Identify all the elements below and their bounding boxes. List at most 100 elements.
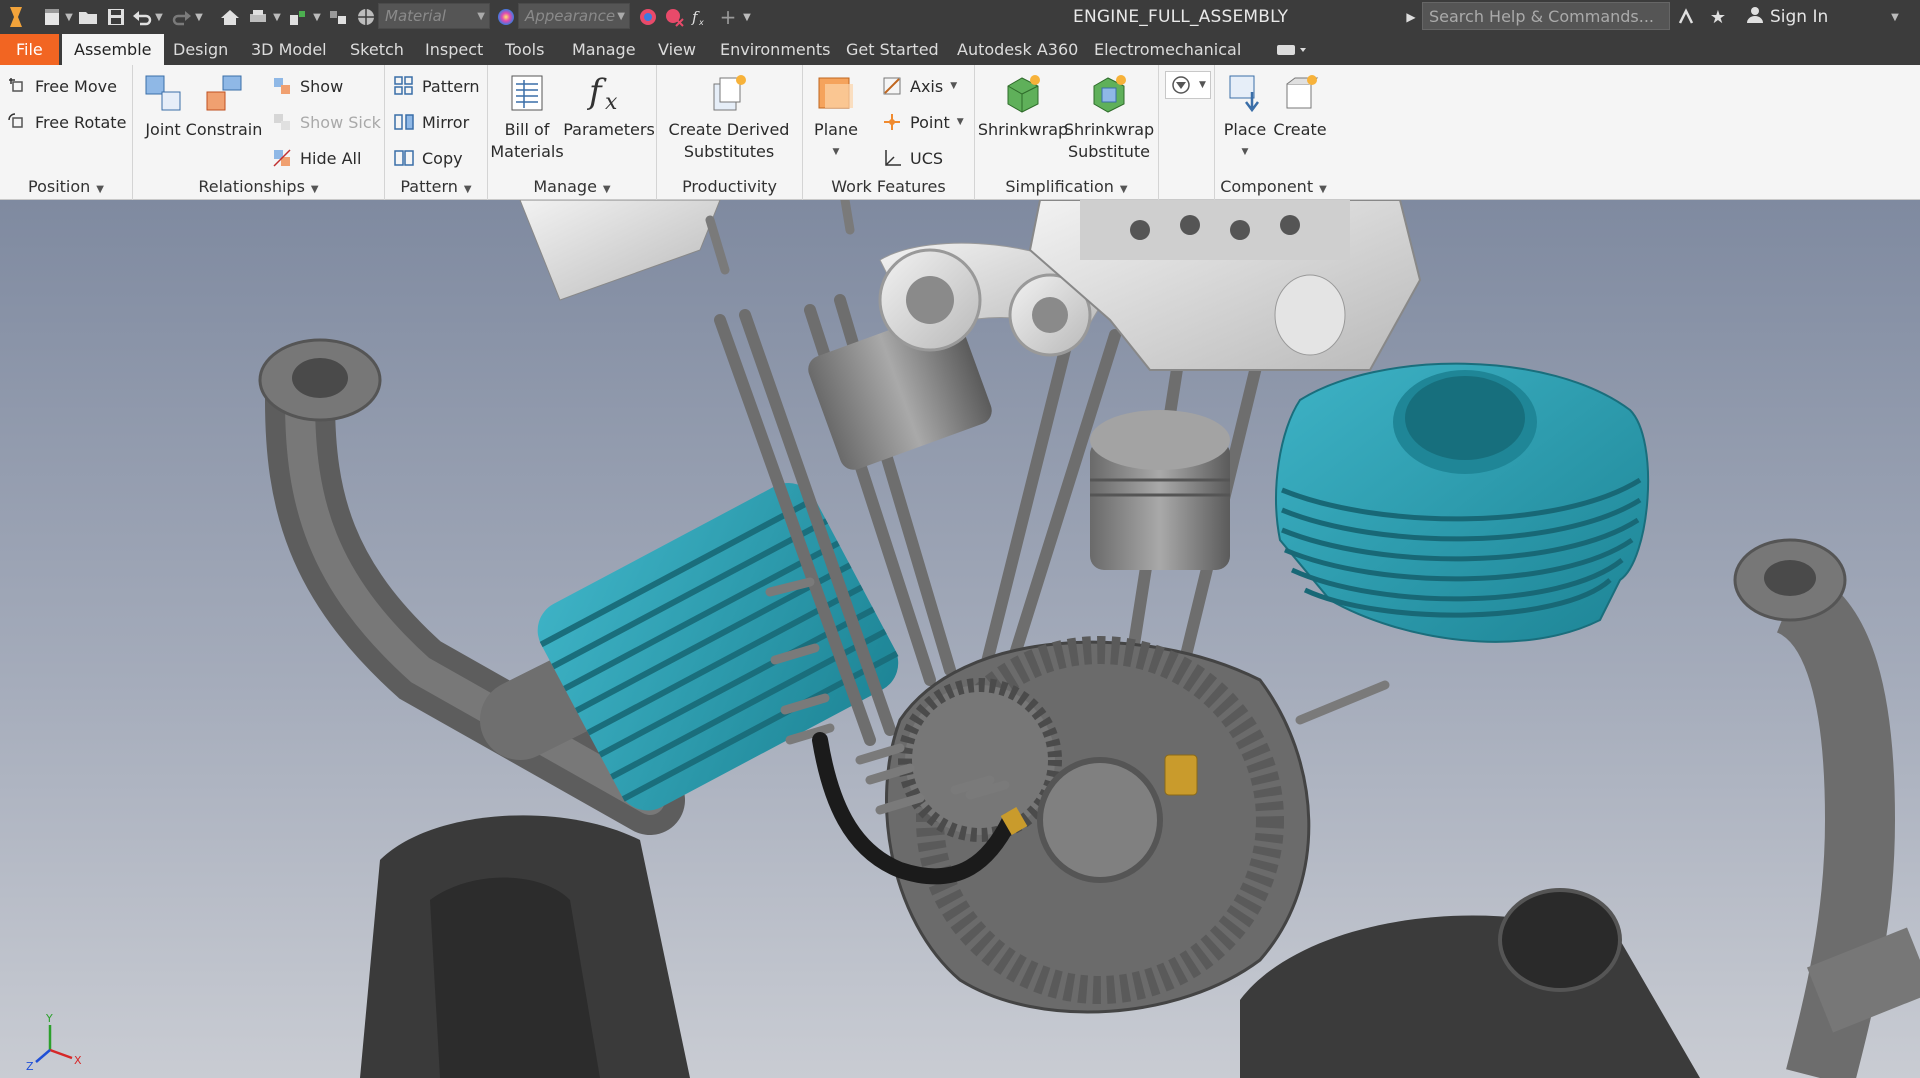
- crankcase[interactable]: [885, 636, 1311, 1014]
- constrain-icon: [202, 71, 246, 115]
- triad-y-label: Y: [45, 1012, 53, 1025]
- panel-title-component[interactable]: Component ▼: [1215, 177, 1332, 196]
- ucs-button[interactable]: UCS: [881, 147, 943, 169]
- create-component-button[interactable]: Create: [1273, 71, 1327, 141]
- shrinkwrap-substitute-icon: [1087, 71, 1131, 115]
- svg-text:x: x: [605, 90, 618, 115]
- right-cylinder-teal[interactable]: [1275, 362, 1650, 643]
- tab-tools[interactable]: Tools: [501, 34, 548, 65]
- joint-icon: [141, 71, 185, 115]
- search-input[interactable]: Search Help & Commands...: [1422, 2, 1670, 30]
- panel-visibility-toggle-icon[interactable]: [1272, 34, 1314, 65]
- left-crankcase-cover[interactable]: [360, 815, 690, 1078]
- show-sick-button[interactable]: Show Sick: [271, 111, 381, 133]
- customize-dropdown-icon[interactable]: ▼: [740, 4, 754, 30]
- constrain-button[interactable]: Constrain: [186, 71, 262, 141]
- update-dropdown-icon[interactable]: ▼: [310, 4, 324, 30]
- tab-view[interactable]: View: [654, 34, 700, 65]
- free-move-button[interactable]: Free Move: [6, 75, 117, 97]
- panel-title-work-features: Work Features: [831, 177, 946, 196]
- shrinkwrap-substitute-button[interactable]: Shrinkwrap Substitute: [1064, 71, 1154, 163]
- tab-electromechanical[interactable]: Electromechanical: [1090, 34, 1245, 65]
- favorite-star-icon[interactable]: ★: [1706, 3, 1730, 31]
- tab-get-started[interactable]: Get Started: [842, 34, 943, 65]
- graphics-viewport[interactable]: Y X Z: [0, 200, 1920, 1078]
- shrinkwrap-button[interactable]: Shrinkwrap: [978, 71, 1068, 141]
- svg-text:f: f: [587, 72, 607, 112]
- panel-title-manage[interactable]: Manage ▼: [488, 177, 656, 196]
- new-dropdown-icon[interactable]: ▼: [62, 4, 76, 30]
- function-icon[interactable]: fx: [688, 3, 712, 31]
- visual-style-dropdown[interactable]: ▼: [1165, 71, 1211, 99]
- triad-x-label: X: [74, 1054, 82, 1067]
- print-dropdown-icon[interactable]: ▼: [270, 4, 284, 30]
- new-file-icon[interactable]: [40, 3, 64, 31]
- mirror-button[interactable]: Mirror: [393, 111, 469, 133]
- undo-icon[interactable]: [130, 3, 154, 31]
- ribbon-tab-bar: File Assemble Design 3D Model Sketch Ins…: [0, 34, 1920, 65]
- account-dropdown-icon[interactable]: ▼: [1888, 4, 1902, 30]
- svg-text:x: x: [698, 18, 704, 27]
- material-combo[interactable]: Material ▼: [378, 3, 490, 29]
- tab-environments[interactable]: Environments: [716, 34, 835, 65]
- show-button[interactable]: Show: [271, 75, 343, 97]
- plane-button[interactable]: Plane ▼: [809, 71, 863, 163]
- clear-appearance-icon[interactable]: [662, 3, 686, 31]
- open-folder-icon[interactable]: [76, 3, 100, 31]
- save-icon[interactable]: [104, 3, 128, 31]
- appearance-combo[interactable]: Appearance ▼: [518, 3, 630, 29]
- adjust-appearance-icon[interactable]: [636, 3, 660, 31]
- print-icon[interactable]: [246, 3, 270, 31]
- tab-inspect[interactable]: Inspect: [421, 34, 487, 65]
- bill-of-materials-button[interactable]: Bill of Materials: [490, 71, 564, 163]
- visual-style-icon: [1170, 74, 1192, 96]
- hide-all-icon: [271, 147, 293, 169]
- panel-position: Free Move Free Rotate Position ▼: [0, 65, 133, 200]
- binoculars-icon[interactable]: [1674, 3, 1698, 31]
- home-icon[interactable]: [218, 3, 242, 31]
- tab-design[interactable]: Design: [169, 34, 232, 65]
- place-button[interactable]: Place ▼: [1223, 71, 1267, 163]
- create-derived-substitutes-icon: [707, 71, 751, 115]
- parameters-button[interactable]: fx Parameters: [563, 71, 655, 141]
- sign-in-button[interactable]: Sign In: [1746, 5, 1828, 28]
- select-priority-icon[interactable]: [326, 3, 350, 31]
- tab-3d-model[interactable]: 3D Model: [247, 34, 331, 65]
- copy-button[interactable]: Copy: [393, 147, 463, 169]
- joint-button[interactable]: Joint: [141, 71, 185, 141]
- tab-autodesk-a360[interactable]: Autodesk A360: [953, 34, 1082, 65]
- show-sick-icon: [271, 111, 293, 133]
- user-icon: [1746, 5, 1764, 28]
- brass-fitting[interactable]: [1164, 754, 1198, 796]
- mirror-icon: [393, 111, 415, 133]
- create-derived-substitutes-button[interactable]: Create Derived Substitutes: [665, 71, 793, 163]
- update-icon[interactable]: [286, 3, 310, 31]
- hide-all-button[interactable]: Hide All: [271, 147, 361, 169]
- expand-arrow-icon[interactable]: ▶: [1404, 4, 1418, 30]
- panel-title-relationships[interactable]: Relationships ▼: [133, 177, 384, 196]
- free-rotate-button[interactable]: Free Rotate: [6, 111, 126, 133]
- parameters-fx-icon: fx: [587, 71, 631, 115]
- triad-z-label: Z: [26, 1060, 34, 1073]
- redo-icon[interactable]: [170, 3, 194, 31]
- app-logo-icon[interactable]: [4, 3, 28, 31]
- tab-file[interactable]: File: [0, 34, 59, 65]
- panel-title-position[interactable]: Position ▼: [0, 177, 132, 196]
- point-button[interactable]: Point ▼: [881, 111, 964, 133]
- tab-assemble[interactable]: Assemble: [62, 34, 164, 65]
- tab-sketch[interactable]: Sketch: [346, 34, 408, 65]
- panel-title-simplification[interactable]: Simplification ▼: [975, 177, 1158, 196]
- free-move-icon: [6, 75, 28, 97]
- add-icon[interactable]: +: [716, 3, 740, 31]
- tab-manage[interactable]: Manage: [568, 34, 640, 65]
- pattern-button[interactable]: Pattern: [393, 75, 480, 97]
- pattern-icon: [393, 75, 415, 97]
- undo-dropdown-icon[interactable]: ▼: [152, 4, 166, 30]
- axis-button[interactable]: Axis ▼: [881, 75, 957, 97]
- web-icon[interactable]: [354, 3, 378, 31]
- panel-title-pattern[interactable]: Pattern ▼: [385, 177, 487, 196]
- panel-manage: Bill of Materials fx Parameters Manage ▼: [488, 65, 657, 200]
- center-piston[interactable]: [1090, 410, 1230, 570]
- redo-dropdown-icon[interactable]: ▼: [192, 4, 206, 30]
- panel-simplification: Shrinkwrap Shrinkwrap Substitute Simplif…: [975, 65, 1159, 200]
